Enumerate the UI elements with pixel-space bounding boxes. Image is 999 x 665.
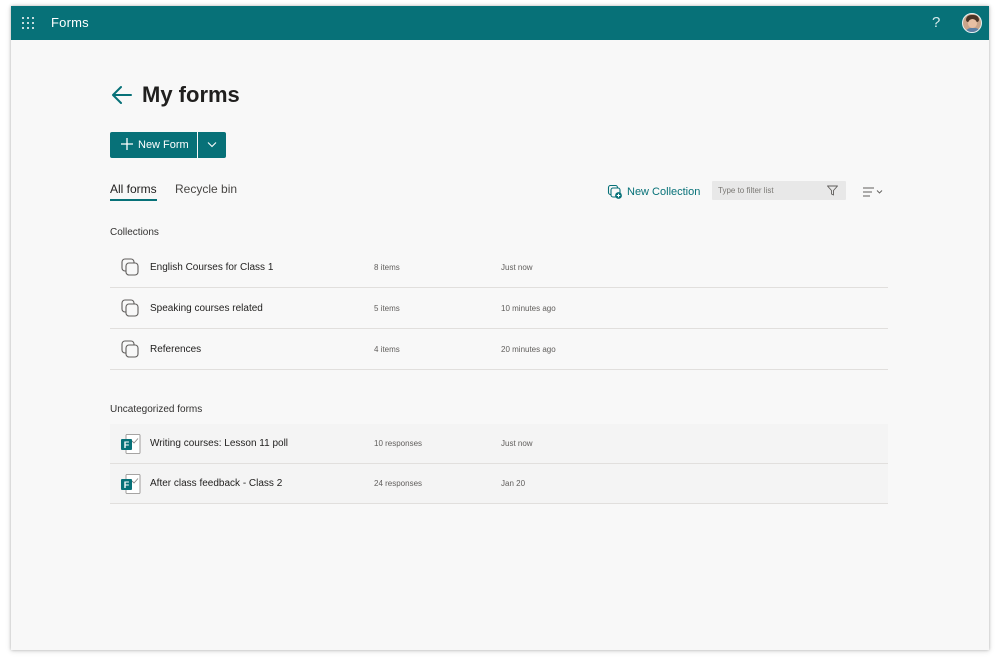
svg-text:F: F (124, 440, 130, 450)
collection-count: 5 items (374, 304, 400, 313)
collection-icon (121, 340, 139, 358)
new-collection-icon (607, 184, 622, 199)
plus-icon (121, 138, 133, 150)
forms-file-icon: F (121, 474, 141, 494)
new-form-dropdown-button[interactable] (198, 132, 226, 158)
form-row[interactable]: F After class feedback - Class 2 24 resp… (110, 464, 888, 504)
tab-all-forms[interactable]: All forms (110, 182, 157, 196)
filter-input[interactable] (718, 184, 818, 197)
collections-heading: Collections (110, 227, 159, 238)
back-arrow-icon[interactable] (110, 84, 134, 106)
collection-count: 4 items (374, 345, 400, 354)
collection-modified: 20 minutes ago (501, 345, 556, 354)
active-tab-indicator (110, 199, 157, 201)
collection-row[interactable]: Speaking courses related 5 items 10 minu… (110, 289, 888, 329)
chevron-down-icon (207, 142, 217, 148)
page-title: My forms (142, 82, 240, 107)
forms-file-icon: F (121, 434, 141, 454)
sort-icon[interactable] (862, 186, 886, 198)
uncategorized-heading: Uncategorized forms (110, 404, 203, 415)
svg-text:F: F (124, 480, 130, 490)
new-form-label: New Form (138, 139, 189, 151)
collection-count: 8 items (374, 263, 400, 272)
form-modified: Jan 20 (501, 479, 526, 488)
filter-icon[interactable] (827, 185, 838, 196)
collection-name: Speaking courses related (150, 303, 263, 314)
form-responses: 24 responses (374, 479, 423, 488)
collection-name: References (150, 344, 202, 355)
filter-box[interactable] (712, 181, 846, 200)
collection-modified: Just now (501, 263, 533, 272)
collection-icon (121, 258, 139, 276)
top-bar: Forms ? (11, 6, 989, 40)
new-form-button[interactable]: New Form (110, 132, 197, 158)
form-responses: 10 responses (374, 439, 423, 448)
collection-icon (121, 299, 139, 317)
collection-name: English Courses for Class 1 (150, 262, 274, 273)
collection-row[interactable]: English Courses for Class 1 8 items Just… (110, 248, 888, 288)
collection-row[interactable]: References 4 items 20 minutes ago (110, 330, 888, 370)
collection-modified: 10 minutes ago (501, 304, 556, 313)
avatar[interactable] (962, 13, 982, 33)
app-name[interactable]: Forms (51, 15, 89, 30)
forms-window: Forms ? My forms New Form All forms Recy… (11, 6, 989, 650)
new-collection-label: New Collection (627, 186, 701, 198)
tab-recycle-bin[interactable]: Recycle bin (175, 182, 237, 196)
app-launcher-icon[interactable] (22, 17, 34, 29)
help-icon[interactable]: ? (932, 14, 940, 31)
form-modified: Just now (501, 439, 533, 448)
form-name: Writing courses: Lesson 11 poll (150, 438, 289, 449)
form-row[interactable]: F Writing courses: Lesson 11 poll 10 res… (110, 424, 888, 464)
form-name: After class feedback - Class 2 (150, 478, 283, 489)
